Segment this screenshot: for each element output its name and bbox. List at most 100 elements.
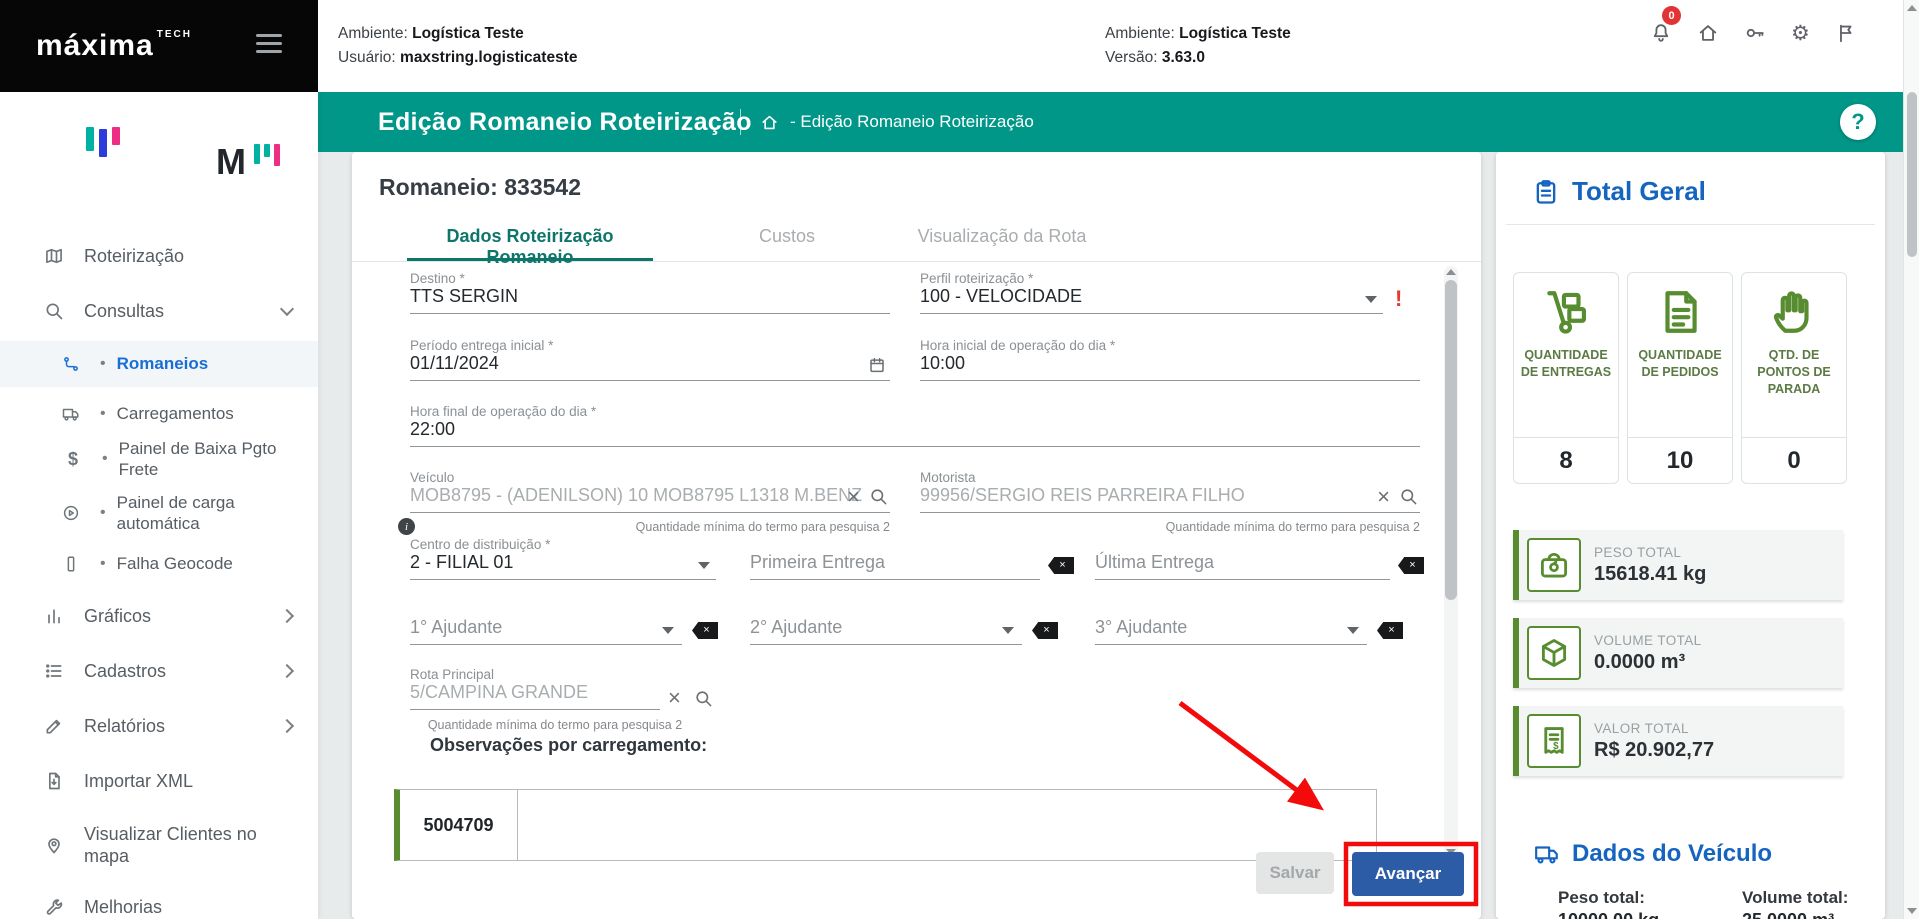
avancar-button[interactable]: Avançar (1352, 852, 1464, 896)
play-circle-icon (62, 504, 80, 522)
sidebar-item-cadastros[interactable]: Cadastros (0, 648, 318, 694)
motorista-field[interactable]: Motorista 99956/SERGIO REIS PARREIRA FIL… (920, 470, 1420, 513)
bar-chart-icon (44, 606, 64, 626)
dados-veiculo-title: Dados do Veículo (1572, 840, 1772, 868)
primeira-entrega-field[interactable]: Primeira Entrega (750, 537, 1040, 580)
tab-visualizacao-rota[interactable]: Visualização da Rota (892, 226, 1112, 258)
breadcrumb-home-icon[interactable] (760, 113, 779, 132)
page-scrollbar[interactable] (1903, 0, 1919, 919)
romaneio-form: Destino * TTS SERGIN Perfil roteirização… (352, 262, 1481, 862)
hora-final-field[interactable]: Hora final de operação do dia * 22:00 (410, 404, 1420, 447)
caret-down-icon[interactable] (1347, 627, 1359, 634)
tab-dados-roteirizacao[interactable]: Dados Roteirização Romaneio (407, 226, 653, 258)
invoice-dollar-icon: $ (1537, 724, 1571, 758)
search-icon[interactable] (1399, 487, 1418, 506)
form-scrollbar[interactable] (1444, 266, 1458, 858)
sidebar-item-consultas[interactable]: Consultas (0, 288, 318, 334)
caret-down-icon[interactable] (1365, 296, 1377, 303)
veiculo-field[interactable]: Veículo MOB8795 - (ADENILSON) 10 MOB8795… (410, 470, 890, 513)
volume-total-row: VOLUME TOTAL 0.0000 m³ (1513, 618, 1843, 688)
version-info: Ambiente: Logística Teste Versão: 3.63.0 (1105, 22, 1291, 70)
backspace-clear-icon[interactable]: × (692, 622, 718, 639)
scale-icon (1537, 548, 1571, 582)
observacoes-box: 5004709 (394, 789, 1377, 861)
calendar-icon[interactable] (868, 356, 886, 374)
environment-info: Ambiente: Logística Teste Usuário: maxst… (338, 22, 577, 70)
ajudante2-select[interactable]: 2° Ajudante (750, 602, 1022, 645)
menu-toggle-icon[interactable] (256, 34, 284, 58)
key-icon[interactable] (1744, 22, 1766, 44)
destino-field[interactable]: Destino * TTS SERGIN (410, 271, 890, 314)
backspace-clear-icon[interactable]: × (1377, 622, 1403, 639)
notification-badge: 0 (1662, 6, 1681, 25)
clear-icon[interactable]: × (1377, 486, 1390, 508)
divider (1506, 224, 1875, 225)
wrench-icon (44, 897, 64, 917)
map-pin-icon (44, 835, 64, 855)
valor-total-row: $ VALOR TOTAL R$ 20.902,77 (1513, 706, 1843, 776)
form-scrollbar-thumb[interactable] (1445, 280, 1457, 600)
sidebar-item-romaneios[interactable]: • Romaneios (0, 341, 318, 387)
sidebar-item-falha-geocode[interactable]: • Falha Geocode (0, 541, 318, 587)
hora-inicial-field[interactable]: Hora inicial de operação do dia * 10:00 (920, 338, 1420, 381)
sidebar-item-importar-xml[interactable]: Importar XML (0, 758, 318, 804)
divider (740, 109, 741, 135)
observacao-tab[interactable]: 5004709 (394, 789, 518, 861)
sidebar-item-painel-carga[interactable]: • Painel de carga automática (0, 484, 318, 542)
edit-icon (44, 716, 64, 736)
bell-icon[interactable] (1650, 22, 1672, 44)
app-logo: máximaTECH (0, 0, 318, 92)
ajudante3-select[interactable]: 3° Ajudante (1095, 602, 1367, 645)
centro-distribuicao-select[interactable]: Centro de distribuição * 2 - FILIAL 01 (410, 537, 716, 580)
scroll-up-icon[interactable] (1907, 5, 1917, 11)
flag-icon[interactable] (1835, 22, 1857, 44)
chevron-right-icon (280, 719, 294, 733)
sidebar-item-painel-baixa[interactable]: $ • Painel de Baixa Pgto Frete (0, 430, 318, 488)
page-scrollbar-thumb[interactable] (1907, 92, 1917, 257)
salvar-button[interactable]: Salvar (1256, 852, 1334, 894)
search-icon[interactable] (869, 487, 888, 506)
perfil-roteirizacao-select[interactable]: Perfil roteirização * 100 - VELOCIDADE (920, 271, 1383, 314)
file-import-icon (44, 771, 64, 791)
sidebar-item-relatorios[interactable]: Relatórios (0, 703, 318, 749)
search-icon (44, 301, 64, 321)
info-icon[interactable]: i (398, 518, 415, 535)
hand-truck-icon (1541, 287, 1591, 337)
backspace-clear-icon[interactable]: × (1048, 557, 1074, 574)
help-button[interactable]: ? (1840, 104, 1876, 140)
sidebar-item-graficos[interactable]: Gráficos (0, 593, 318, 639)
backspace-clear-icon[interactable]: × (1032, 622, 1058, 639)
volume-total-value: 25.0000 m³ (1742, 910, 1834, 919)
peso-total-value: 10000.00 kg (1558, 910, 1659, 919)
dollar-icon: $ (64, 449, 82, 470)
helper-text: Quantidade mínima do termo para pesquisa… (410, 520, 890, 534)
backspace-clear-icon[interactable]: × (1398, 557, 1424, 574)
romaneio-card: Romaneio: 833542 Dados Roteirização Roma… (352, 152, 1481, 919)
rota-principal-field[interactable]: Rota Principal 5/CAMPINA GRANDE (410, 667, 660, 710)
hand-icon (1769, 287, 1819, 337)
caret-down-icon[interactable] (1002, 627, 1014, 634)
breadcrumb: - Edição Romaneio Roteirização (790, 112, 1034, 132)
box-icon (1537, 636, 1571, 670)
ajudante1-select[interactable]: 1° Ajudante (410, 602, 682, 645)
scroll-up-icon[interactable] (1446, 269, 1456, 275)
caret-down-icon[interactable] (662, 627, 674, 634)
gear-icon[interactable]: ⚙ (1791, 22, 1810, 44)
home-icon[interactable] (1697, 22, 1719, 44)
accent-bar (1513, 530, 1519, 600)
ultima-entrega-field[interactable]: Última Entrega (1095, 537, 1390, 580)
tab-custos[interactable]: Custos (702, 226, 872, 258)
periodo-entrega-field[interactable]: Período entrega inicial * 01/11/2024 (410, 338, 890, 381)
caret-down-icon[interactable] (698, 562, 710, 569)
active-tab-indicator (407, 258, 653, 261)
stat-card-entregas: QUANTIDADE DE ENTREGAS 8 (1513, 272, 1619, 484)
topbar: máximaTECH Ambiente: Logística Teste Usu… (0, 0, 1919, 92)
sidebar-item-visualizar-clientes[interactable]: Visualizar Clientes no mapa (0, 816, 318, 874)
peso-total-row: PESO TOTAL 15618.41 kg (1513, 530, 1843, 600)
scroll-down-icon[interactable] (1907, 908, 1917, 914)
search-icon[interactable] (694, 689, 713, 708)
sidebar-item-roteirizacao[interactable]: Roteirização (0, 233, 318, 279)
clear-icon[interactable]: × (847, 486, 860, 508)
sidebar-item-melhorias[interactable]: Melhorias (0, 884, 318, 919)
truck-icon (62, 405, 80, 423)
